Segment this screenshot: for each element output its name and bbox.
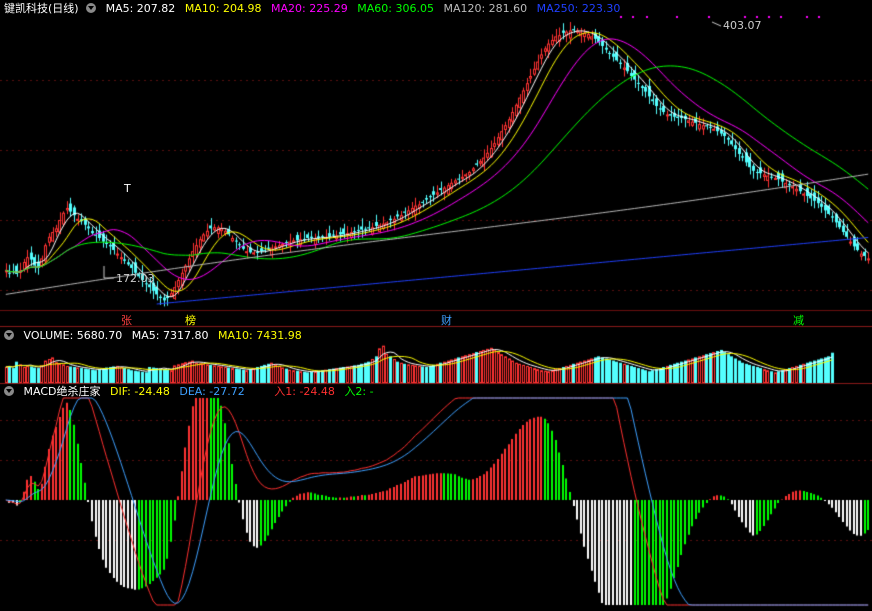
event-marker-cai[interactable]: 财: [441, 312, 452, 328]
dropdown-icon[interactable]: [4, 330, 14, 340]
stock-title: 键凯科技(日线): [4, 2, 79, 15]
macd-header: MACD绝杀庄家 DIF: -24.48 DEA: -27.72 入1: -24…: [4, 385, 380, 399]
ma10-label: MA10: 204.98: [184, 2, 262, 15]
ma60-label: MA60: 306.05: [357, 2, 434, 15]
ma20-label: MA20: 225.29: [271, 2, 348, 15]
volume-header: VOLUME: 5680.70 MA5: 7317.80 MA10: 7431.…: [4, 329, 308, 343]
event-marker-zhang[interactable]: 张: [121, 312, 132, 328]
stock-chart-canvas[interactable]: [0, 0, 872, 611]
dif-label: DIF: -24.48: [109, 385, 170, 398]
volume-ma10-label: MA10: 7431.98: [217, 329, 302, 342]
ma250-label: MA250: 223.30: [536, 2, 621, 15]
event-marker-bang[interactable]: 榜: [185, 312, 196, 328]
t-marker: T: [124, 182, 131, 195]
dropdown-icon[interactable]: [4, 386, 14, 396]
in1-label: 入1: -24.48: [274, 385, 335, 398]
in2-label: 入2: -: [344, 385, 374, 398]
low-price-label: 172.03: [116, 272, 155, 285]
high-price-label: 403.07: [723, 19, 762, 32]
dropdown-icon[interactable]: [86, 3, 97, 13]
event-marker-jian[interactable]: 减: [793, 312, 804, 328]
volume-ma5-label: MA5: 7317.80: [131, 329, 209, 342]
dea-label: DEA: -27.72: [179, 385, 245, 398]
volume-label: VOLUME: 5680.70: [23, 329, 123, 342]
ma5-label: MA5: 207.82: [105, 2, 176, 15]
ma120-label: MA120: 281.60: [443, 2, 528, 15]
macd-title: MACD绝杀庄家: [23, 385, 101, 398]
price-header: 键凯科技(日线) MA5: 207.82 MA10: 204.98 MA20: …: [4, 2, 626, 16]
